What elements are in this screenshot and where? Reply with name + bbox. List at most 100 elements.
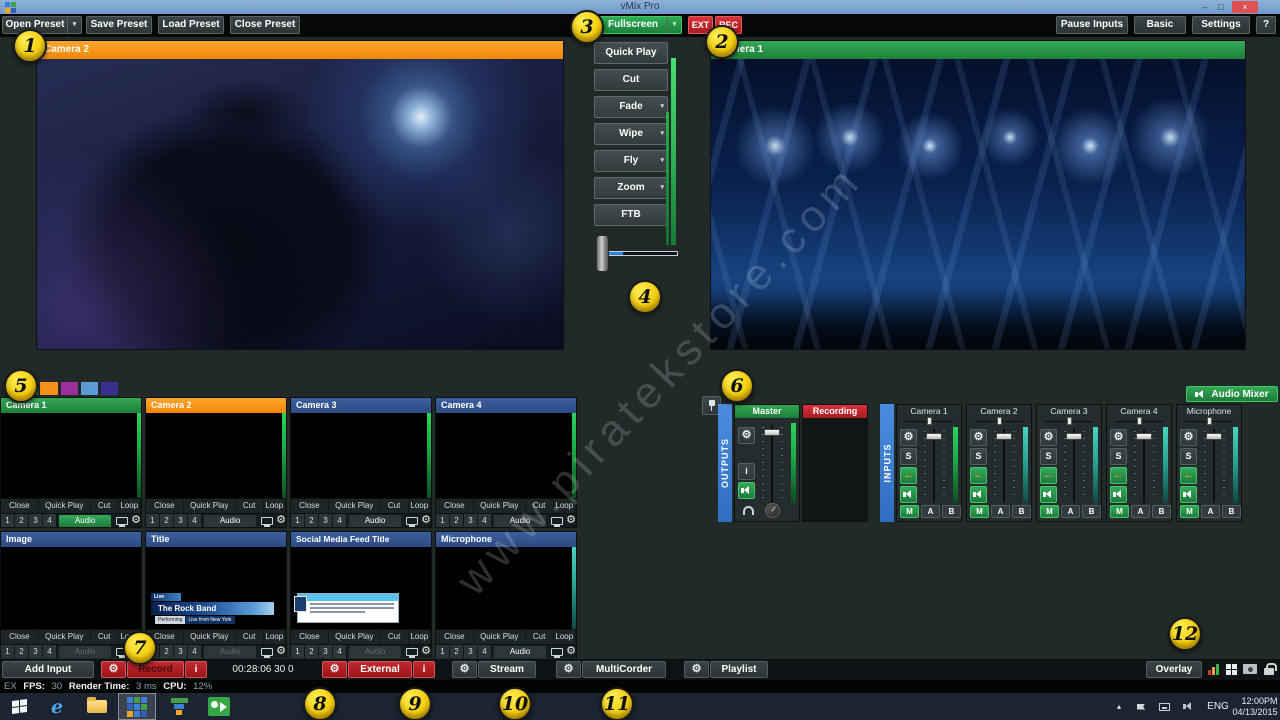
input-camera1[interactable]: Camera 1 Close Quick Play Cut Loop 1 2 3… (0, 397, 142, 528)
overlay-4-button[interactable]: 4 (188, 514, 202, 527)
overlay-1-button[interactable]: 1 (291, 514, 305, 527)
audio-follow-button[interactable]: ← (1180, 467, 1197, 484)
input-settings-icon[interactable]: ⚙ (276, 515, 286, 526)
fullscreen-output-icon[interactable] (406, 648, 418, 656)
overlay-3-button[interactable]: 3 (29, 645, 43, 658)
input-quickplay-button[interactable]: Quick Play (329, 630, 381, 644)
multicorder-button[interactable]: MultiCorder (582, 661, 666, 678)
pan-handle[interactable] (997, 417, 1002, 425)
input-social-media[interactable]: Social Media Feed Title Close Quick Play… (290, 531, 432, 658)
overlay-3-button[interactable]: 3 (29, 514, 43, 527)
wipe-dropdown-icon[interactable]: ▾ (660, 124, 664, 144)
external-button[interactable]: External (348, 661, 412, 678)
input-thumbnail[interactable] (436, 547, 576, 629)
input-close-button[interactable]: Close (436, 630, 474, 644)
fullscreen-output-icon[interactable] (406, 517, 418, 525)
audio-mixer-button[interactable]: Audio Mixer (1186, 386, 1278, 402)
audio-follow-button[interactable]: ← (900, 467, 917, 484)
input-camera2[interactable]: Camera 2 Close Quick Play Cut Loop 1 2 3… (145, 397, 287, 528)
channel-info-button[interactable]: i (738, 463, 755, 480)
load-preset-button[interactable]: Load Preset (158, 16, 224, 34)
category-tab-orange[interactable] (40, 382, 58, 395)
taskbar-app-t[interactable] (162, 693, 196, 720)
audio-follow-button[interactable]: ← (1040, 467, 1057, 484)
overlay-4-button[interactable]: 4 (43, 645, 57, 658)
overlay-2-button[interactable]: 2 (160, 645, 174, 658)
close-button[interactable]: × (1232, 1, 1258, 13)
audio-meters-icon[interactable] (1208, 664, 1219, 675)
input-audio-button[interactable]: Audio (349, 515, 401, 527)
channel-speaker-button[interactable] (970, 486, 987, 503)
input-quickplay-button[interactable]: Quick Play (329, 499, 381, 513)
channel-speaker-button[interactable] (1180, 486, 1197, 503)
taskbar-app-green[interactable] (202, 693, 236, 720)
input-audio-button[interactable]: Audio (204, 646, 256, 658)
overlay-3-button[interactable]: 3 (174, 514, 188, 527)
overlay-4-button[interactable]: 4 (43, 514, 57, 527)
input-close-button[interactable]: Close (146, 499, 184, 513)
stream-settings-button[interactable]: ⚙ (452, 661, 477, 678)
input-audio-button[interactable]: Audio (59, 515, 111, 527)
input-close-button[interactable]: Close (291, 630, 329, 644)
overlay-3-button[interactable]: 3 (464, 645, 478, 658)
playlist-button[interactable]: Playlist (710, 661, 768, 678)
input-thumbnail[interactable] (1, 547, 141, 629)
pan-slider[interactable] (1185, 417, 1233, 425)
input-quickplay-button[interactable]: Quick Play (474, 499, 526, 513)
input-audio-button[interactable]: Audio (59, 646, 111, 658)
input-loop-button[interactable]: Loop (409, 499, 431, 513)
fly-dropdown-icon[interactable]: ▾ (660, 151, 664, 171)
close-preset-button[interactable]: Close Preset (230, 16, 300, 34)
overlay-4-button[interactable]: 4 (333, 645, 347, 658)
start-button[interactable] (2, 693, 36, 720)
input-close-button[interactable]: Close (1, 499, 39, 513)
volume-icon[interactable] (1180, 693, 1196, 720)
fullscreen-output-icon[interactable] (261, 517, 273, 525)
volume-fader-handle[interactable] (1206, 433, 1222, 440)
input-settings-icon[interactable]: ⚙ (276, 646, 286, 657)
volume-fader-handle[interactable] (1136, 433, 1152, 440)
volume-fader-handle[interactable] (1066, 433, 1082, 440)
volume-fader-handle[interactable] (926, 433, 942, 440)
multiview-grid-icon[interactable] (1226, 664, 1237, 675)
tray-chevron-icon[interactable]: ▴ (1112, 693, 1126, 720)
cut-button[interactable]: Cut (594, 69, 668, 91)
overlay-1-button[interactable]: 1 (1, 514, 15, 527)
input-settings-icon[interactable]: ⚙ (131, 515, 141, 526)
headphone-icon[interactable] (743, 506, 754, 515)
snapshot-icon[interactable] (1243, 664, 1257, 674)
overlay-3-button[interactable]: 3 (464, 514, 478, 527)
input-loop-button[interactable]: Loop (409, 630, 431, 644)
pan-slider[interactable] (1045, 417, 1093, 425)
input-close-button[interactable]: Close (291, 499, 329, 513)
clock[interactable]: 12:00PM 04/13/2015 (1232, 693, 1278, 720)
input-cut-button[interactable]: Cut (236, 499, 264, 513)
channel-settings-button[interactable]: ⚙ (1110, 429, 1127, 446)
pan-slider[interactable] (975, 417, 1023, 425)
multicorder-settings-button[interactable]: ⚙ (556, 661, 581, 678)
overlay-4-button[interactable]: 4 (333, 514, 347, 527)
bus-a-button[interactable]: A (991, 505, 1010, 518)
category-tab-blue[interactable] (81, 382, 98, 395)
input-cut-button[interactable]: Cut (381, 499, 409, 513)
minimize-button[interactable]: – (1198, 1, 1212, 13)
taskbar-vmix-active[interactable] (118, 693, 156, 720)
bus-b-button[interactable]: B (1152, 505, 1171, 518)
open-preset-dropdown-icon[interactable]: ▾ (67, 17, 81, 33)
channel-speaker-button[interactable] (900, 486, 917, 503)
input-title-graphic[interactable]: Title Live The Rock Band Performing Live… (145, 531, 287, 658)
input-close-button[interactable]: Close (1, 630, 39, 644)
overlay-2-button[interactable]: 2 (305, 645, 319, 658)
channel-settings-button[interactable]: ⚙ (970, 429, 987, 446)
channel-speaker-button[interactable] (1110, 486, 1127, 503)
overlay-1-button[interactable]: 1 (291, 645, 305, 658)
overlay-3-button[interactable]: 3 (319, 645, 333, 658)
input-audio-button[interactable]: Audio (494, 646, 546, 658)
input-loop-button[interactable]: Loop (264, 630, 286, 644)
maximize-button[interactable]: □ (1214, 1, 1228, 13)
tbar-handle[interactable] (596, 235, 609, 272)
input-thumbnail[interactable] (291, 413, 431, 498)
category-tab-purple[interactable] (101, 382, 118, 395)
external-info-button[interactable]: i (413, 661, 435, 678)
pan-handle[interactable] (1137, 417, 1142, 425)
